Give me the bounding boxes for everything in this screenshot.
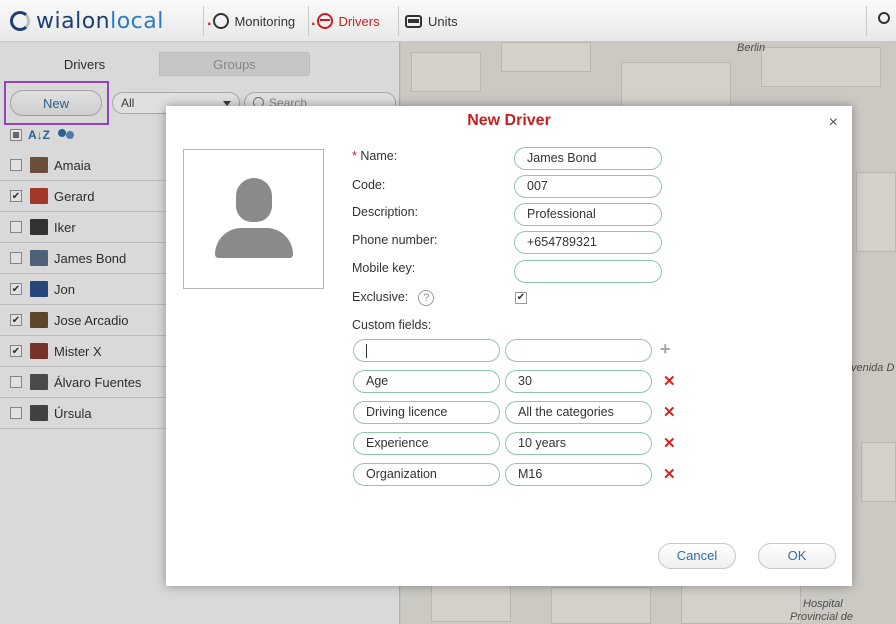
phone-label: Phone number: xyxy=(352,233,438,247)
logo-text: wialonlocal xyxy=(36,8,164,34)
avatar-body-icon xyxy=(215,228,293,258)
mobile-key-label: Mobile key: xyxy=(352,261,416,275)
custom-field-value[interactable]: M16 xyxy=(505,463,652,486)
custom-field-value[interactable]: 10 years xyxy=(505,432,652,455)
code-field[interactable]: 007 xyxy=(514,175,662,198)
code-label: Code: xyxy=(352,178,386,192)
description-label: Description: xyxy=(352,205,418,219)
custom-field-name[interactable]: Age xyxy=(353,370,500,393)
delete-custom-field-icon[interactable]: ✕ xyxy=(663,372,676,390)
nav-drivers[interactable]: . Drivers xyxy=(311,0,380,42)
custom-fields-label: Custom fields: xyxy=(352,318,432,332)
nav-units[interactable]: Units xyxy=(405,0,458,42)
custom-field-name[interactable]: Driving licence xyxy=(353,401,500,424)
close-icon[interactable]: × xyxy=(829,114,838,132)
nav-drivers-label: Drivers xyxy=(338,13,380,29)
nav-monitoring[interactable]: . Monitoring xyxy=(207,0,295,42)
mobile-key-field[interactable] xyxy=(514,260,662,283)
dot-icon: . xyxy=(311,12,316,29)
bus-icon xyxy=(405,14,422,28)
top-navigation-bar: wialonlocal . Monitoring . Drivers Units xyxy=(0,0,896,42)
driver-photo-upload[interactable] xyxy=(183,149,324,289)
nav-units-label: Units xyxy=(428,13,458,29)
logo-ring-icon xyxy=(10,11,30,31)
ok-button[interactable]: OK xyxy=(758,543,836,569)
name-field[interactable]: James Bond xyxy=(514,147,662,170)
custom-field-name[interactable]: Experience xyxy=(353,432,500,455)
new-custom-field-name[interactable] xyxy=(353,339,500,362)
add-custom-field-button[interactable]: + xyxy=(660,339,671,360)
custom-field-value[interactable]: All the categories xyxy=(505,401,652,424)
custom-field-name[interactable]: Organization xyxy=(353,463,500,486)
dot-icon: . xyxy=(207,12,212,29)
help-icon[interactable]: ? xyxy=(418,290,435,306)
exclusive-checkbox[interactable]: ✔ xyxy=(515,292,527,304)
text-caret xyxy=(366,343,367,358)
description-field[interactable]: Professional xyxy=(514,203,662,226)
dialog-title: New Driver xyxy=(467,112,551,129)
steering-wheel-icon xyxy=(317,13,334,29)
monitoring-icon xyxy=(213,13,230,29)
name-label: * Name: xyxy=(352,149,398,163)
custom-field-value[interactable]: 30 xyxy=(505,370,652,393)
new-driver-dialog: New Driver × * Name: James Bond Code: 00… xyxy=(166,106,852,586)
delete-custom-field-icon[interactable]: ✕ xyxy=(663,403,676,421)
new-custom-field-value[interactable] xyxy=(505,339,652,362)
delete-custom-field-icon[interactable]: ✕ xyxy=(663,465,676,483)
search-icon[interactable] xyxy=(878,12,890,24)
nav-monitoring-label: Monitoring xyxy=(234,13,296,29)
cancel-button[interactable]: Cancel xyxy=(658,543,736,569)
phone-field[interactable]: +654789321 xyxy=(514,231,662,254)
exclusive-label: Exclusive:? xyxy=(352,290,435,306)
wialon-local-logo[interactable]: wialonlocal xyxy=(10,8,164,34)
avatar-placeholder-icon xyxy=(236,178,272,222)
delete-custom-field-icon[interactable]: ✕ xyxy=(663,434,676,452)
